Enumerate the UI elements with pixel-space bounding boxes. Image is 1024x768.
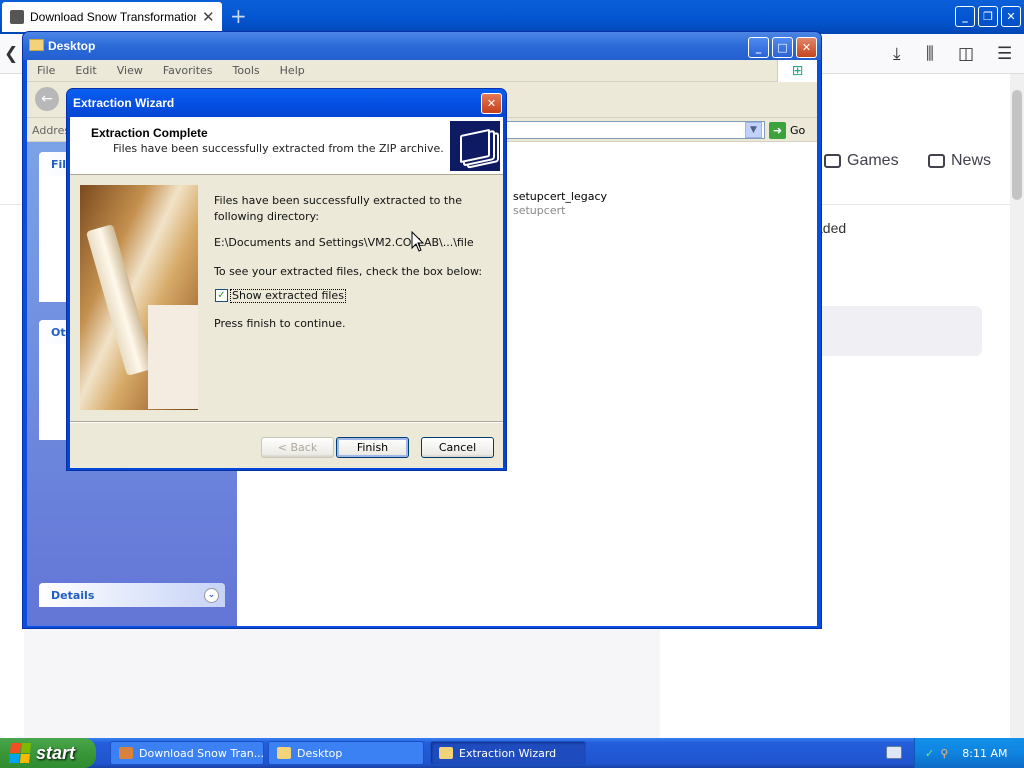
show-files-checkbox[interactable]: ✓ <box>215 289 228 302</box>
wizard-header-title: Extraction Complete <box>91 126 208 140</box>
wizard-close-button[interactable]: ✕ <box>481 93 502 114</box>
wizard-side-image <box>80 185 198 410</box>
nav-games[interactable]: Games <box>824 152 899 170</box>
task-desktop-label: Desktop <box>297 746 343 760</box>
zip-folder-icon <box>450 121 500 171</box>
go-arrow-icon: ➜ <box>769 122 786 139</box>
explorer-titlebar[interactable]: Desktop _ □ ✕ <box>23 32 821 60</box>
start-label: start <box>36 742 76 763</box>
go-button[interactable]: ➜ Go <box>769 122 805 139</box>
firefox-icon <box>119 747 133 759</box>
clock[interactable]: 8:11 AM <box>962 747 1007 760</box>
wizard-message: Files have been successfully extracted t… <box>214 194 462 223</box>
explorer-maximize-button[interactable]: □ <box>772 37 793 58</box>
details-header[interactable]: Details ⌄ <box>39 583 225 607</box>
taskbar: start Download Snow Tran... Desktop Extr… <box>0 738 1024 768</box>
windows-flag-icon <box>8 743 32 763</box>
search-icon[interactable]: ⚲ <box>940 747 948 760</box>
close-window-button[interactable]: ✕ <box>1001 6 1021 27</box>
restore-button[interactable]: ❐ <box>978 6 998 27</box>
file-name: setupcert_legacy <box>513 190 608 203</box>
back-button[interactable]: ← <box>35 87 59 111</box>
menu-hamburger-icon[interactable]: ☰ <box>997 44 1012 64</box>
keyboard-icon[interactable] <box>886 746 902 759</box>
folder-icon <box>277 747 291 759</box>
menu-edit[interactable]: Edit <box>65 64 106 77</box>
explorer-close-button[interactable]: ✕ <box>796 37 817 58</box>
task-extraction-wizard[interactable]: Extraction Wizard <box>430 741 586 765</box>
address-label: Addres <box>32 124 71 137</box>
library-icon[interactable]: ⫼ <box>926 44 934 64</box>
go-label: Go <box>790 124 806 137</box>
zip-folder-icon <box>439 747 453 759</box>
cancel-button[interactable]: Cancel <box>421 437 494 458</box>
nav-games-label: Games <box>847 152 899 169</box>
back-arrow-icon[interactable]: ❮ <box>4 44 18 64</box>
mouse-cursor-icon <box>411 231 425 252</box>
chevron-down-icon[interactable]: ▼ <box>745 122 762 138</box>
windows-logo-icon: ⊞ <box>777 60 817 82</box>
menu-view[interactable]: View <box>107 64 153 77</box>
show-files-label[interactable]: Show extracted files <box>230 289 346 303</box>
continue-text: Press finish to continue. <box>214 317 346 330</box>
file-item[interactable]: setupcert_legacy setupcert <box>513 190 607 217</box>
task-desktop[interactable]: Desktop <box>268 741 424 765</box>
browser-titlebar: Download Snow Transformation Pa ✕ + _ ❐ … <box>0 0 1024 34</box>
task-firefox[interactable]: Download Snow Tran... <box>110 741 264 765</box>
system-tray: ✓ ⚲ 8:11 AM <box>914 738 1024 768</box>
minimize-button[interactable]: _ <box>955 6 975 27</box>
browser-tab-title: Download Snow Transformation Pa <box>30 10 196 24</box>
menu-tools[interactable]: Tools <box>223 64 270 77</box>
explorer-minimize-button[interactable]: _ <box>748 37 769 58</box>
page-favicon-icon <box>10 10 24 24</box>
task-firefox-label: Download Snow Tran... <box>139 746 264 760</box>
chevron-down-icon[interactable]: ⌄ <box>204 587 219 603</box>
back-button[interactable]: < Back <box>261 437 334 458</box>
explorer-menubar: File Edit View Favorites Tools Help ⊞ <box>27 60 817 82</box>
wizard-body: Extraction Complete Files have been succ… <box>70 117 503 468</box>
browser-tab[interactable]: Download Snow Transformation Pa ✕ <box>2 2 222 32</box>
close-tab-icon[interactable]: ✕ <box>202 8 215 26</box>
wizard-titlebar[interactable]: Extraction Wizard ✕ <box>67 89 506 117</box>
downloads-icon[interactable]: ⤓ <box>893 44 901 64</box>
extract-path: E:\Documents and Settings\VM2.COLLAB\...… <box>214 236 474 249</box>
nav-news-label: News <box>951 152 992 169</box>
new-tab-button[interactable]: + <box>230 4 247 28</box>
gamepad-icon <box>824 154 841 168</box>
start-button[interactable]: start <box>0 738 96 768</box>
network-icon[interactable]: ✓ <box>925 747 934 760</box>
details-panel[interactable]: Details ⌄ <box>39 583 225 607</box>
details-label: Details <box>51 588 95 602</box>
file-subtitle: setupcert <box>513 204 566 217</box>
folder-icon <box>29 39 44 51</box>
web-content-box <box>810 306 982 356</box>
menu-file[interactable]: File <box>27 64 65 77</box>
finish-button[interactable]: Finish <box>336 437 409 458</box>
task-wizard-label: Extraction Wizard <box>459 746 557 760</box>
wizard-separator <box>70 421 503 423</box>
check-prompt: To see your extracted files, check the b… <box>214 265 483 278</box>
wizard-header-subtitle: Files have been successfully extracted f… <box>113 142 444 155</box>
scrollbar-thumb[interactable] <box>1012 90 1022 200</box>
web-left-panel <box>24 628 660 738</box>
nav-news[interactable]: News <box>928 152 991 170</box>
wizard-header: Extraction Complete Files have been succ… <box>70 117 503 175</box>
menu-favorites[interactable]: Favorites <box>153 64 223 77</box>
menu-help[interactable]: Help <box>270 64 315 77</box>
sidebar-icon[interactable]: ◫ <box>958 44 974 64</box>
browser-scrollbar[interactable] <box>1010 74 1024 738</box>
extraction-wizard-dialog: Extraction Wizard ✕ Extraction Complete … <box>66 88 507 471</box>
explorer-title: Desktop <box>48 39 96 53</box>
newspaper-icon <box>928 154 945 168</box>
wizard-title: Extraction Wizard <box>73 96 175 110</box>
